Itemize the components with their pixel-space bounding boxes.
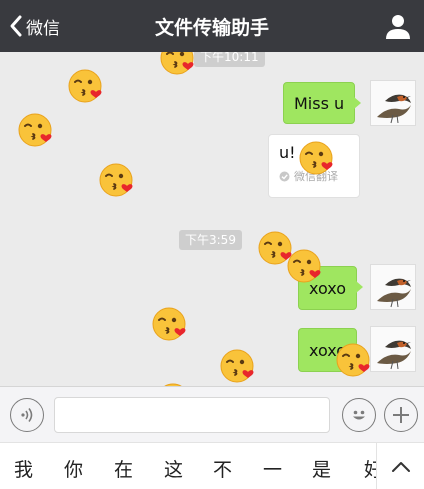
bird-avatar: [371, 81, 416, 126]
message-text: u!: [279, 143, 296, 162]
person-icon: [386, 15, 410, 39]
message-text: xoxo: [309, 278, 347, 298]
bird-avatar: [371, 327, 416, 372]
chat-info-button[interactable]: [384, 12, 412, 40]
message-bubble[interactable]: Miss u: [283, 82, 362, 124]
chevron-up-icon: [391, 461, 410, 472]
translation-tag: 微信翻译: [279, 168, 349, 184]
message-input[interactable]: [54, 397, 330, 433]
input-toolbar: [0, 386, 424, 442]
kissing-face-emoji: [158, 52, 198, 78]
message-bubble[interactable]: xoxo: [298, 328, 364, 372]
message-bubble[interactable]: xoxo: [298, 266, 364, 310]
candidate-word[interactable]: 是: [312, 455, 331, 482]
avatar[interactable]: [370, 326, 416, 372]
navigation-bar: 微信 文件传输助手: [0, 0, 424, 52]
kissing-face-emoji: [66, 66, 106, 106]
avatar[interactable]: [370, 80, 416, 126]
voice-icon: [21, 408, 33, 422]
message-bubble[interactable]: u! 微信翻译: [268, 134, 360, 198]
timestamp: 下午10:11: [194, 52, 265, 67]
kissing-face-emoji: [150, 304, 190, 344]
message-text: Miss u: [294, 93, 345, 113]
keyboard-candidate-bar: 我 你 在 这 不 一 是 好: [0, 442, 424, 489]
check-circle-icon: [279, 171, 290, 181]
chat-title: 文件传输助手: [154, 17, 269, 39]
message-list[interactable]: 下午10:11 Miss u u! 微信翻译 下午3:59 xoxo xoxo: [0, 52, 424, 386]
candidate-word[interactable]: 不: [213, 455, 232, 482]
more-button[interactable]: [384, 398, 418, 432]
candidate-word[interactable]: 一: [263, 455, 282, 482]
kissing-face-emoji: [218, 346, 258, 386]
kissing-face-emoji: [16, 110, 56, 150]
kissing-face-emoji: [256, 228, 296, 268]
timestamp: 下午3:59: [179, 230, 242, 250]
candidate-word[interactable]: 在: [114, 455, 133, 482]
expand-candidates-button[interactable]: [376, 443, 424, 489]
kissing-face-emoji: [97, 160, 137, 200]
message-text: xoxo: [309, 340, 347, 360]
candidate-word[interactable]: 我: [14, 455, 33, 482]
bird-avatar: [371, 265, 416, 310]
avatar[interactable]: [370, 264, 416, 310]
emoji-button[interactable]: [342, 398, 376, 432]
translation-label: 微信翻译: [294, 170, 338, 183]
candidate-word[interactable]: 你: [64, 455, 83, 482]
smiley-icon: [353, 410, 365, 420]
plus-icon: [393, 407, 409, 423]
voice-button[interactable]: [10, 398, 44, 432]
candidate-word[interactable]: 这: [164, 455, 183, 482]
